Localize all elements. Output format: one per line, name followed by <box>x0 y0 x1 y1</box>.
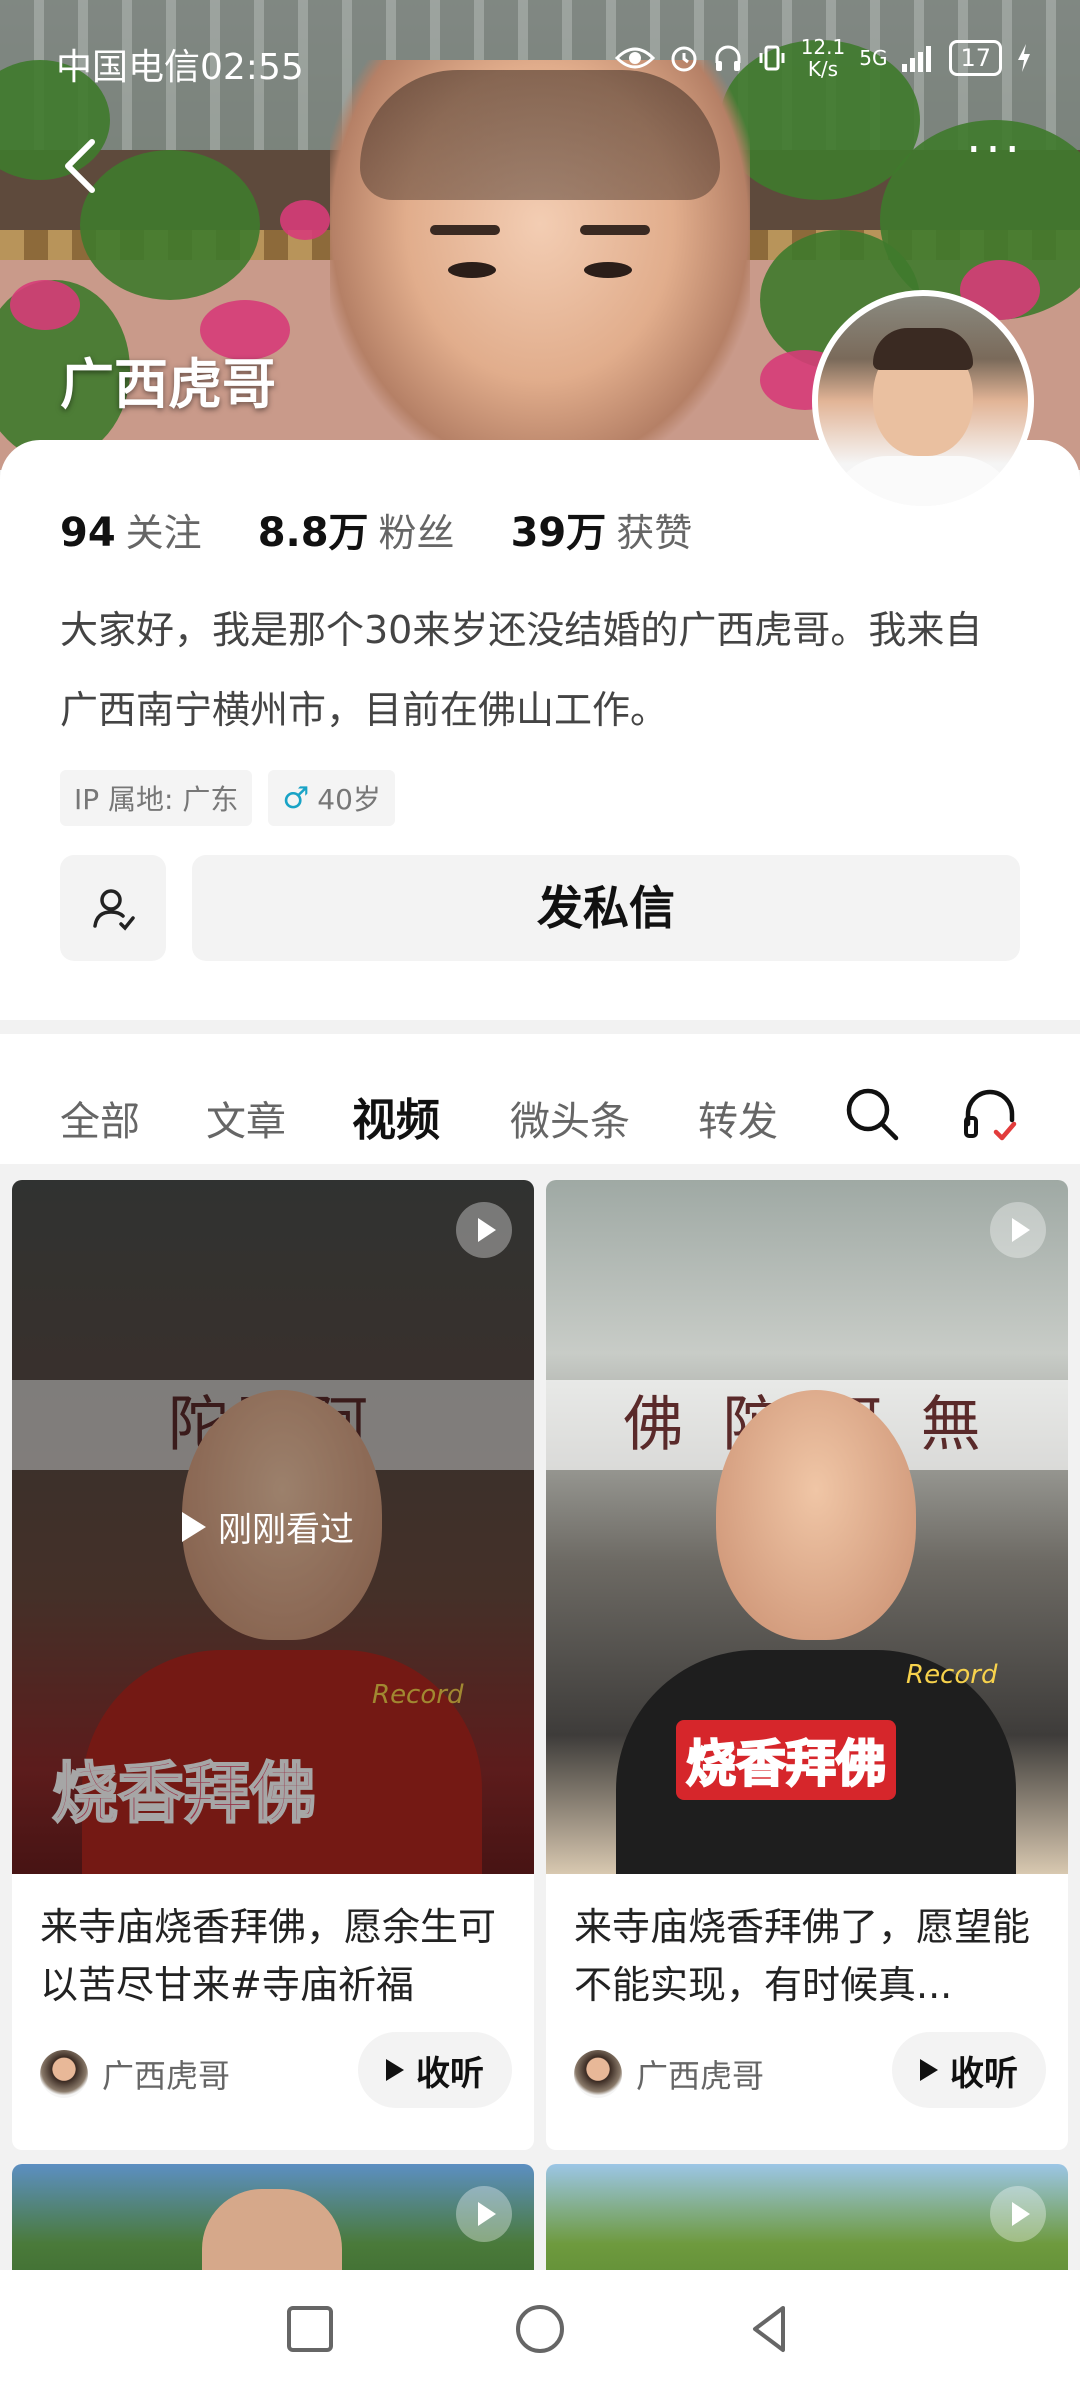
stat-followers-count: 8.8万 <box>257 510 369 556</box>
video-card[interactable]: 佛 陀 阿 無 烧香拜佛 Record 来寺庙烧香拜佛了，愿望能不能实现，有时候… <box>546 1180 1068 2150</box>
age-text: 40岁 <box>317 783 381 816</box>
thumbnail-caption-art: 烧香拜佛 <box>676 1720 896 1800</box>
stat-following[interactable]: 94 关注 <box>60 502 202 557</box>
more-options-button[interactable]: ··· <box>950 120 1040 210</box>
system-nav-bar <box>0 2270 1080 2388</box>
network-speed: 12.1 K/s <box>801 36 846 80</box>
tab-all[interactable]: 全部 <box>60 1089 140 1147</box>
tab-videos[interactable]: 视频 <box>352 1084 440 1148</box>
video-title[interactable]: 来寺庙烧香拜佛了，愿望能不能实现，有时候真... <box>574 1898 1044 2014</box>
author-avatar <box>40 2050 88 2098</box>
alarm-icon <box>671 46 697 72</box>
add-friend-icon <box>93 889 135 931</box>
vibrate-icon <box>759 45 785 71</box>
banner-portrait-eyes <box>440 262 640 282</box>
avatar-shirt <box>828 456 1018 506</box>
profile-avatar[interactable] <box>812 290 1034 512</box>
status-icons: 12.1 K/s 5G 17 <box>614 36 1032 80</box>
video-thumbnail[interactable]: 佛 陀 阿 無 烧香拜佛 Record <box>546 1180 1068 1874</box>
profile-card: 94 关注 8.8万 粉丝 39万 获赞 大家好，我是那个30来岁还没结婚的广西虎哥。… <box>0 440 1080 1020</box>
recently-watched-overlay: 刚刚看过 <box>182 1502 354 1551</box>
battery-level: 17 <box>949 40 1002 76</box>
send-message-button[interactable]: 发私信 <box>192 855 1020 961</box>
circle-icon <box>516 2305 564 2353</box>
ip-location-text: IP 属地: 广东 <box>74 783 239 816</box>
status-carrier-time: 中国电信02:55 <box>56 47 304 88</box>
listen-mode-button[interactable] <box>960 1084 1020 1144</box>
status-bar: 中国电信02:55 12.1 K/s 5G 17 <box>0 0 1080 120</box>
banner-flowers <box>280 200 330 240</box>
tab-reposts[interactable]: 转发 <box>698 1089 778 1147</box>
tab-articles[interactable]: 文章 <box>206 1089 286 1147</box>
play-icon <box>920 2059 938 2081</box>
author-name: 广西虎哥 <box>102 2057 231 2095</box>
thumbnail-person-face <box>716 1390 916 1640</box>
video-thumbnail[interactable]: 陀彌阿 烧香拜佛 Record 刚刚看过 <box>12 1180 534 1874</box>
listen-label: 收听 <box>950 2053 1018 2094</box>
stat-following-label: 关注 <box>125 511 202 555</box>
video-title[interactable]: 来寺庙烧香拜佛，愿余生可以苦尽甘来#寺庙祈福 <box>40 1898 510 2014</box>
avatar-hair <box>873 328 973 370</box>
charging-bolt-icon <box>1018 44 1030 72</box>
stat-following-count: 94 <box>60 510 116 556</box>
triangle-back-icon <box>753 2306 785 2352</box>
recently-watched-label: 刚刚看过 <box>218 1510 354 1550</box>
thumbnail-record-sticker: Record <box>906 1660 998 1690</box>
stat-likes-label: 获赞 <box>616 511 693 555</box>
author-name: 广西虎哥 <box>636 2057 765 2095</box>
video-author[interactable]: 广西虎哥 <box>40 2050 230 2098</box>
listen-label: 收听 <box>416 2053 484 2094</box>
age-tag: ♂ 40岁 <box>268 770 395 826</box>
tab-micro-posts[interactable]: 微头条 <box>510 1089 630 1147</box>
network-speed-unit: K/s <box>807 57 839 81</box>
banner-flowers <box>10 280 80 330</box>
home-button[interactable] <box>505 2294 575 2364</box>
follow-button[interactable] <box>60 855 166 961</box>
stat-followers[interactable]: 8.8万 粉丝 <box>258 500 455 558</box>
signal-bars-icon <box>902 46 932 72</box>
chevron-left-icon <box>65 139 95 193</box>
male-icon: ♂ <box>282 780 310 816</box>
search-button[interactable] <box>842 1084 902 1144</box>
profile-stats: 94 关注 8.8万 粉丝 39万 获赞 <box>60 500 692 558</box>
headphones-icon <box>715 45 741 71</box>
eye-icon <box>614 47 655 69</box>
headphones-check-icon <box>964 1089 1017 1141</box>
stat-followers-label: 粉丝 <box>378 511 455 555</box>
play-icon <box>386 2059 404 2081</box>
listen-button[interactable]: 收听 <box>358 2032 512 2108</box>
author-avatar <box>574 2050 622 2098</box>
play-badge-icon <box>456 2186 512 2242</box>
square-icon <box>287 2306 333 2352</box>
signal-type: 5G <box>859 46 888 70</box>
banner-user-name: 广西虎哥 <box>60 353 276 416</box>
video-grid: 陀彌阿 烧香拜佛 Record 刚刚看过 来寺庙烧香拜佛，愿余生可以苦尽甘来#寺… <box>0 1164 1080 2364</box>
banner-portrait-brows <box>430 225 650 239</box>
recents-button[interactable] <box>275 2294 345 2364</box>
play-badge-icon <box>990 2186 1046 2242</box>
ip-location-tag: IP 属地: 广东 <box>60 770 253 826</box>
stat-likes[interactable]: 39万 获赞 <box>511 500 693 558</box>
more-dots-icon: ··· <box>966 122 1024 178</box>
profile-bio: 大家好，我是那个30来岁还没结婚的广西虎哥。我来自广西南宁横州市，目前在佛山工作… <box>60 608 983 732</box>
content-tabs: 全部 文章 视频 微头条 转发 <box>0 1034 1080 1164</box>
network-speed-value: 12.1 <box>800 35 846 59</box>
nav-back-button[interactable] <box>735 2294 805 2364</box>
stat-likes-count: 39万 <box>510 510 607 556</box>
video-author[interactable]: 广西虎哥 <box>574 2050 764 2098</box>
profile-tags: IP 属地: 广东 ♂ 40岁 <box>60 770 395 826</box>
play-badge-icon <box>990 1202 1046 1258</box>
listen-button[interactable]: 收听 <box>892 2032 1046 2108</box>
back-button[interactable] <box>40 120 130 210</box>
play-icon <box>182 1511 206 1542</box>
search-icon <box>846 1088 899 1141</box>
video-card[interactable]: 陀彌阿 烧香拜佛 Record 刚刚看过 来寺庙烧香拜佛，愿余生可以苦尽甘来#寺… <box>12 1180 534 2150</box>
play-badge-icon <box>456 1202 512 1258</box>
